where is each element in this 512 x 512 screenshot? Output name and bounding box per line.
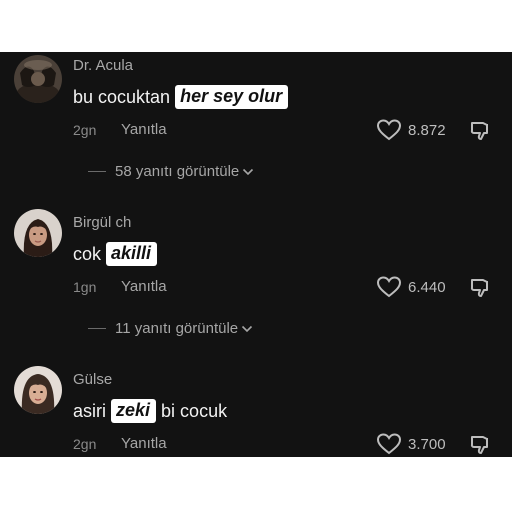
divider-line: [88, 171, 106, 172]
comment-text-start: bu cocuktan: [73, 86, 171, 107]
username[interactable]: Gülse: [73, 371, 112, 388]
avatar[interactable]: [14, 55, 62, 103]
like-button[interactable]: 8.872: [376, 118, 446, 142]
username[interactable]: Dr. Acula: [73, 57, 133, 74]
avatar-image: [14, 366, 62, 414]
username[interactable]: Birgül ch: [73, 214, 131, 231]
comment-text: cok akilli: [73, 242, 162, 266]
reply-button[interactable]: Yanıtla: [121, 278, 167, 295]
like-button[interactable]: 3.700: [376, 432, 446, 456]
heart-icon: [376, 276, 402, 298]
avatar[interactable]: [14, 366, 62, 414]
like-count: 3.700: [408, 435, 446, 453]
timestamp: 2gn: [73, 436, 97, 452]
timestamp: 1gn: [73, 279, 97, 295]
comment-panel: Dr. Acula bu cocuktan her sey olur 2gn Y…: [0, 52, 512, 457]
like-button[interactable]: 6.440: [376, 275, 446, 299]
divider-line: [88, 328, 106, 329]
chevron-down-icon: [243, 168, 254, 175]
comment-text-start: cok: [73, 243, 102, 264]
comment-text-start: asiri: [73, 400, 107, 421]
view-replies-button[interactable]: 58 yanıtı görüntüle: [88, 163, 254, 180]
heart-icon: [376, 433, 402, 455]
highlighted-text: akilli: [106, 242, 158, 266]
thumbs-down-icon[interactable]: [469, 119, 493, 143]
view-replies-button[interactable]: 11 yanıtı görüntüle: [88, 320, 253, 337]
avatar[interactable]: [14, 209, 62, 257]
highlighted-text: her sey olur: [175, 85, 289, 109]
thumbs-down-icon[interactable]: [469, 433, 493, 457]
view-replies-label: 58 yanıtı görüntüle: [115, 163, 240, 180]
avatar-image: [14, 55, 62, 103]
timestamp: 2gn: [73, 122, 97, 138]
chevron-down-icon: [242, 325, 253, 332]
reply-button[interactable]: Yanıtla: [121, 121, 167, 138]
comment-text-end: bi cocuk: [161, 400, 228, 421]
avatar-image: [14, 209, 62, 257]
comment-text: asiri zeki bi cocuk: [73, 399, 227, 423]
highlighted-text: zeki: [111, 399, 157, 423]
reply-button[interactable]: Yanıtla: [121, 435, 167, 452]
like-count: 8.872: [408, 121, 446, 139]
heart-icon: [376, 119, 402, 141]
thumbs-down-icon[interactable]: [469, 276, 493, 300]
view-replies-label: 11 yanıtı görüntüle: [115, 320, 239, 337]
comment-text: bu cocuktan her sey olur: [73, 85, 293, 109]
like-count: 6.440: [408, 278, 446, 296]
